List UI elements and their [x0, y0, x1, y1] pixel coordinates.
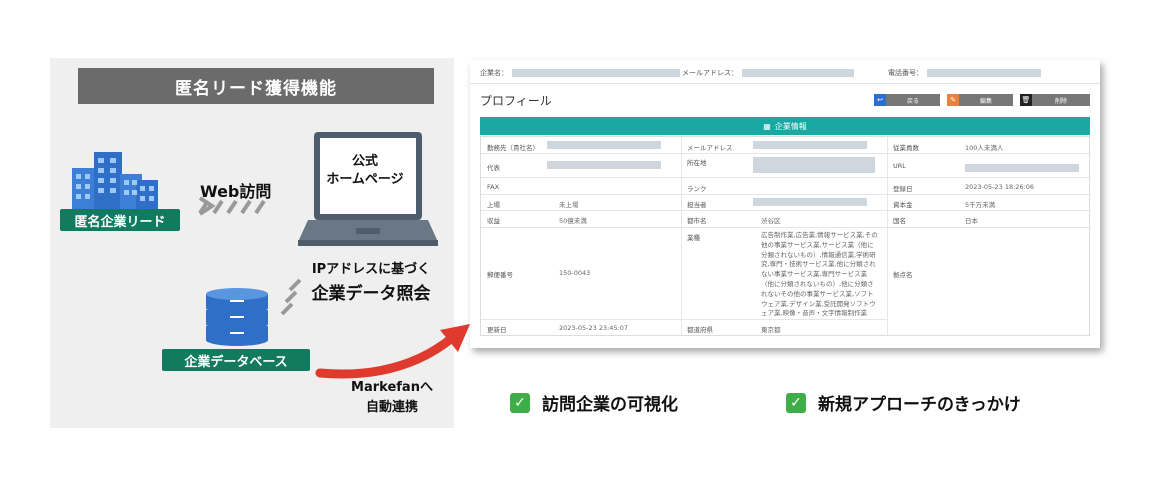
laptop-icon [298, 132, 438, 246]
company-search-label: 企業名： [480, 69, 508, 77]
markefan-line1: Markefanへ [351, 380, 433, 395]
back-button[interactable]: ↩ 戻る [874, 94, 940, 106]
database-icon [206, 288, 268, 346]
chevron-arrows-icon [198, 196, 266, 216]
database-label: 企業データベース [162, 349, 310, 371]
markefan-line2: 自動連携 [365, 400, 418, 415]
feature-approach: ✓ 新規アプローチのきっかけ [786, 390, 1021, 415]
field-city-label: 都市名 [687, 217, 707, 225]
checkmark-icon: ✓ [510, 392, 530, 413]
ip-line1: IPアドレスに基づく [311, 262, 431, 277]
field-url-value [965, 164, 1079, 172]
phone-search-input[interactable] [927, 69, 1041, 77]
company-search[interactable]: 企業名： [480, 68, 680, 78]
field-rank-label: ランク [687, 185, 707, 193]
field-representative-value [547, 161, 661, 169]
crm-screen: 企業名： メールアドレス： 電話番号： プロフィール ↩ 戻る ✎ 編集 🗑 削… [470, 60, 1100, 348]
field-industry-value: 広告制作業,広告業,情報サービス業,その他の事業サービス業,サービス業（他に分類… [761, 231, 878, 317]
phone-search[interactable]: 電話番号： [888, 68, 1041, 78]
field-country-label: 国名 [893, 217, 906, 225]
field-registered-value: 2023-05-23 18:26:06 [965, 183, 1035, 191]
field-revenue-label: 収益 [487, 217, 500, 225]
field-capital-label: 資本金 [893, 201, 913, 209]
section-title: 企業情報 [774, 121, 807, 131]
field-prefecture-label: 都道府県 [687, 326, 713, 334]
field-revenue-value: 50億未満 [559, 217, 587, 225]
field-updated-label: 更新日 [487, 326, 507, 334]
field-listing-value: 未上場 [559, 201, 579, 209]
search-topbar: 企業名： メールアドレス： 電話番号： [470, 60, 1100, 84]
field-registered-label: 登録日 [893, 185, 913, 193]
field-postal-value: 150-0043 [559, 269, 591, 277]
delete-button-label: 削除 [1054, 97, 1067, 105]
email-search[interactable]: メールアドレス： [682, 68, 854, 78]
feature-approach-label: 新規アプローチのきっかけ [818, 395, 1021, 415]
company-info-table: 勤務先（貴社名） 代表 FAX 上場 未上場 収益 50億未満 郵便番号 150… [480, 136, 1091, 336]
field-capital-value: 5千万未満 [965, 201, 996, 209]
field-employees-value: 100人未満人 [965, 144, 1004, 152]
email-search-input[interactable] [742, 69, 854, 77]
diagram-title: 匿名リード獲得機能 [78, 68, 434, 104]
section-header: ▦ 企業情報 [480, 117, 1090, 135]
edit-button[interactable]: ✎ 編集 [947, 94, 1013, 106]
field-employees-label: 従業員数 [893, 144, 919, 152]
field-email-label: メールアドレス [687, 144, 733, 152]
homepage-line1: 公式 [351, 154, 378, 169]
field-address-value [753, 157, 875, 173]
diagram-panel: 匿名リード獲得機能 匿名企業リード Web訪問 公式 ホームページ IPアドレス… [50, 58, 454, 428]
ip-line2: 企業データ照会 [311, 284, 431, 304]
phone-search-label: 電話番号： [888, 69, 923, 77]
anon-lead-label: 匿名企業リード [60, 209, 180, 231]
feature-visualize-label: 訪問企業の可視化 [542, 395, 678, 415]
field-base-label: 拠点名 [893, 271, 913, 279]
delete-button[interactable]: 🗑 削除 [1020, 94, 1090, 106]
field-representative-label: 代表 [487, 164, 500, 172]
back-arrow-icon: ↩ [874, 94, 886, 106]
company-search-input[interactable] [512, 69, 680, 77]
building-icon [72, 152, 158, 210]
field-industry-label: 業種 [687, 234, 700, 242]
edit-button-label: 編集 [979, 97, 992, 105]
field-person-label: 担当者 [687, 201, 707, 209]
ip-lookup-label: IPアドレスに基づく 企業データ照会 [286, 258, 456, 304]
back-button-label: 戻る [906, 97, 919, 105]
field-employer-value [547, 141, 661, 149]
homepage-label: 公式 ホームページ [312, 153, 418, 189]
field-person-value [753, 198, 867, 206]
field-employer-label: 勤務先（貴社名） [487, 144, 539, 152]
trash-icon: 🗑 [1020, 94, 1032, 106]
email-search-label: メールアドレス： [682, 69, 738, 77]
field-updated-value: 2023-05-23 23:45:07 [559, 324, 629, 332]
checkmark-icon: ✓ [786, 392, 806, 413]
field-fax-label: FAX [487, 183, 500, 191]
field-prefecture-value: 東京都 [761, 326, 781, 334]
markefan-label: Markefanへ 自動連携 [332, 378, 452, 418]
field-country-value: 日本 [965, 217, 978, 225]
field-address-label: 所在地 [687, 159, 707, 167]
pencil-icon: ✎ [947, 94, 959, 106]
field-url-label: URL [893, 162, 906, 170]
field-listing-label: 上場 [487, 201, 500, 209]
chevron-arrows-down-icon [280, 278, 302, 316]
page-title: プロフィール [480, 94, 552, 108]
field-email-value [753, 141, 867, 149]
feature-visualize: ✓ 訪問企業の可視化 [510, 390, 678, 415]
field-city-value: 渋谷区 [761, 217, 781, 225]
building-small-icon: ▦ [763, 121, 771, 131]
homepage-line2: ホームページ [326, 172, 404, 187]
field-postal-label: 郵便番号 [487, 271, 513, 279]
